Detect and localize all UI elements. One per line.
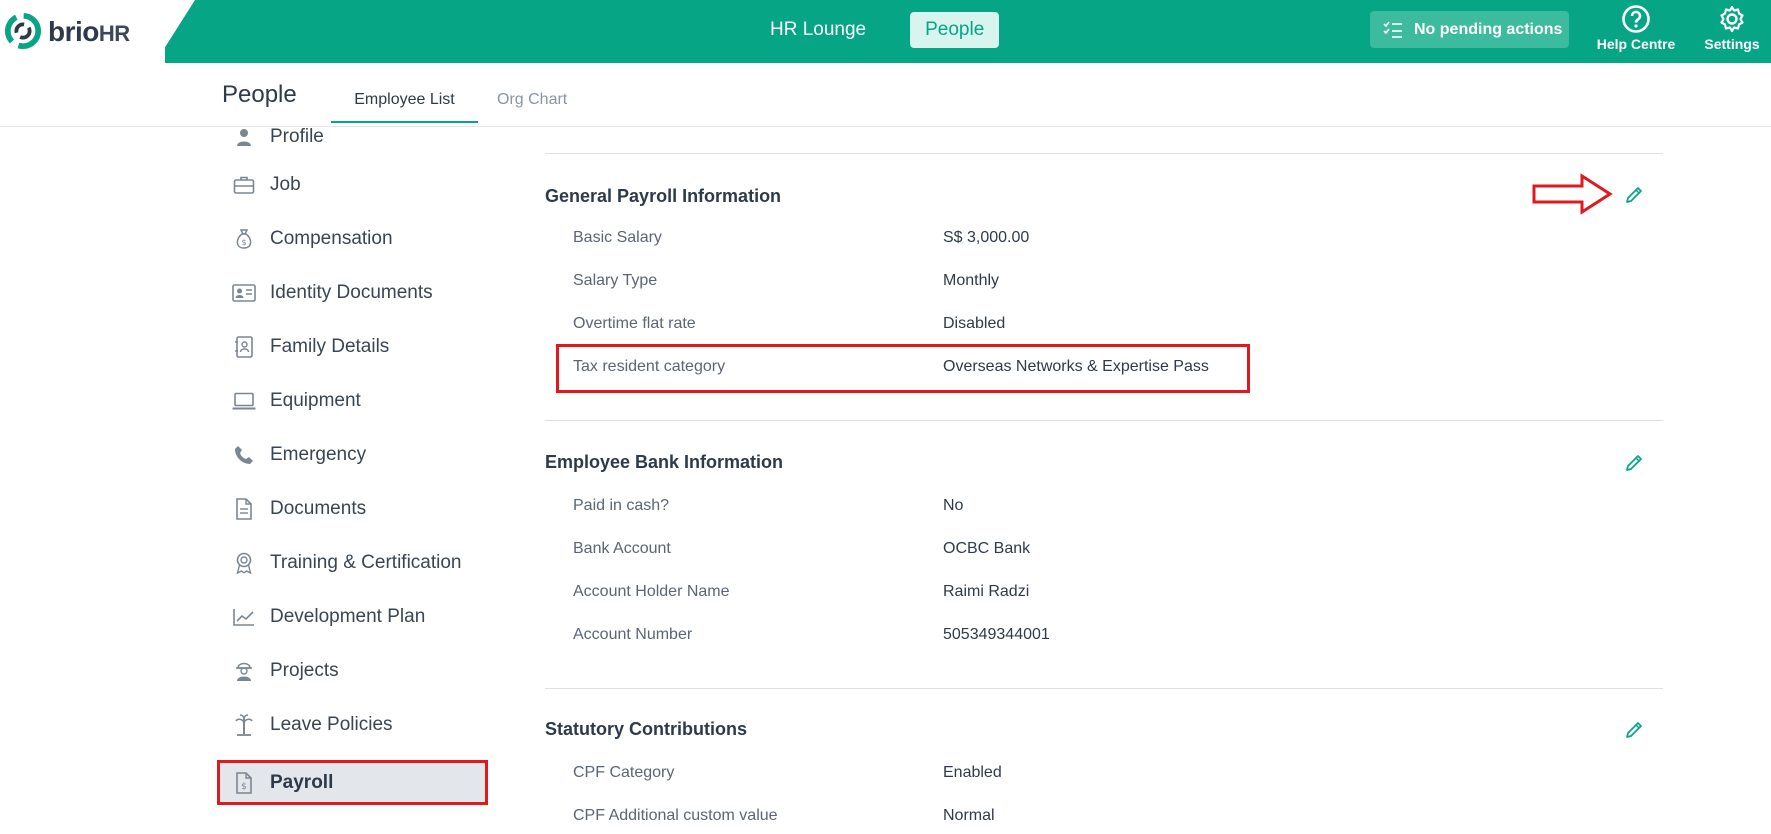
field-label: CPF Category bbox=[573, 764, 675, 781]
field-value: Monthly bbox=[943, 272, 1000, 289]
row-cpf-category: CPF Category Enabled bbox=[573, 760, 1273, 790]
sidebar-item-compensation[interactable]: $ Compensation bbox=[220, 217, 492, 261]
field-label: Overtime flat rate bbox=[573, 315, 696, 332]
sidebar-item-development-plan[interactable]: Development Plan bbox=[220, 595, 492, 639]
section-divider bbox=[545, 688, 1663, 689]
help-centre-button[interactable]: Help Centre bbox=[1594, 4, 1678, 52]
sidebar-item-training-certification[interactable]: Training & Certification bbox=[220, 541, 492, 585]
field-value: OCBC Bank bbox=[943, 540, 1031, 557]
sidebar-item-label: Identity Documents bbox=[270, 282, 433, 303]
settings-label: Settings bbox=[1704, 36, 1760, 52]
sidebar-item-label: Training & Certification bbox=[270, 552, 462, 573]
award-icon bbox=[232, 551, 256, 575]
phone-icon bbox=[232, 443, 256, 467]
section-divider bbox=[545, 153, 1663, 154]
sidebar-item-label: Development Plan bbox=[270, 606, 426, 627]
sidebar-item-leave-policies[interactable]: Leave Policies bbox=[220, 703, 492, 747]
nav-hr-lounge[interactable]: HR Lounge bbox=[760, 13, 876, 47]
field-label: Basic Salary bbox=[573, 229, 662, 246]
field-label: Bank Account bbox=[573, 540, 671, 557]
briefcase-icon bbox=[232, 173, 256, 197]
payslip-icon: $ bbox=[232, 771, 256, 795]
brio-logo-icon[interactable] bbox=[4, 12, 42, 50]
brand-logo[interactable]: brioHR bbox=[48, 16, 130, 48]
nav-people[interactable]: People bbox=[910, 12, 1000, 48]
sidebar-item-label: Profile bbox=[270, 126, 324, 147]
id-card-icon bbox=[232, 281, 256, 305]
sidebar-item-label: Equipment bbox=[270, 390, 361, 411]
sidebar-item-label: Emergency bbox=[270, 444, 367, 465]
pending-actions-label: No pending actions bbox=[1414, 20, 1563, 38]
worker-icon bbox=[232, 659, 256, 683]
statutory-contributions-title: Statutory Contributions bbox=[545, 719, 747, 739]
annotation-highlight-box bbox=[556, 344, 1250, 393]
annotation-arrow-icon bbox=[1532, 173, 1613, 215]
general-payroll-title: General Payroll Information bbox=[545, 186, 782, 206]
field-value: 505349344001 bbox=[943, 626, 1050, 643]
field-value: Disabled bbox=[943, 315, 1006, 332]
help-centre-label: Help Centre bbox=[1596, 36, 1676, 52]
row-overtime-flat-rate: Overtime flat rate Disabled bbox=[573, 311, 1273, 341]
edit-general-payroll-pencil-icon[interactable] bbox=[1623, 184, 1645, 206]
sidebar-item-label: Projects bbox=[270, 660, 339, 681]
pending-actions-button[interactable]: No pending actions bbox=[1370, 11, 1569, 48]
sidebar-item-payroll[interactable]: $ Payroll bbox=[217, 760, 488, 805]
sidebar-item-documents[interactable]: Documents bbox=[220, 487, 492, 531]
sidebar-item-family-details[interactable]: Family Details bbox=[220, 325, 492, 369]
row-bank-account: Bank Account OCBC Bank bbox=[573, 536, 1273, 566]
field-label: Account Number bbox=[573, 626, 693, 643]
sidebar-item-identity-documents[interactable]: Identity Documents bbox=[220, 271, 492, 315]
sidebar-item-label: Documents bbox=[270, 498, 367, 519]
field-value: Enabled bbox=[943, 764, 1002, 781]
edit-bank-info-pencil-icon[interactable] bbox=[1623, 452, 1645, 474]
field-value: Normal bbox=[943, 807, 995, 824]
settings-button[interactable]: Settings bbox=[1700, 4, 1764, 52]
tab-org-chart[interactable]: Org Chart bbox=[497, 91, 567, 121]
help-icon bbox=[1622, 5, 1650, 33]
field-label: CPF Additional custom value bbox=[573, 807, 778, 824]
bank-info-title: Employee Bank Information bbox=[545, 452, 784, 472]
beach-icon bbox=[232, 713, 256, 737]
sidebar-item-emergency[interactable]: Emergency bbox=[220, 433, 492, 477]
section-divider bbox=[545, 420, 1663, 421]
person-icon bbox=[232, 125, 256, 149]
field-label: Salary Type bbox=[573, 272, 658, 289]
field-value: No bbox=[943, 497, 964, 514]
sidebar-item-label: Compensation bbox=[270, 228, 393, 249]
sidebar-item-label: Payroll bbox=[270, 771, 334, 793]
money-bag-icon: $ bbox=[232, 227, 256, 251]
document-icon bbox=[232, 497, 256, 521]
gear-icon bbox=[1720, 5, 1744, 33]
row-account-holder-name: Account Holder Name Raimi Radzi bbox=[573, 579, 1273, 609]
sidebar-item-label: Job bbox=[270, 174, 301, 195]
top-bar: brioHR HR Lounge People No pending actio… bbox=[0, 0, 1771, 63]
sidebar-item-job[interactable]: Job bbox=[220, 163, 492, 207]
field-value: S$ 3,000.00 bbox=[943, 229, 1030, 246]
field-value: Raimi Radzi bbox=[943, 583, 1030, 600]
trend-chart-icon bbox=[232, 605, 256, 629]
checklist-icon bbox=[1383, 21, 1402, 38]
row-basic-salary: Basic Salary S$ 3,000.00 bbox=[573, 225, 1273, 255]
sidebar-item-equipment[interactable]: Equipment bbox=[220, 379, 492, 423]
sidebar-item-label: Leave Policies bbox=[270, 714, 393, 735]
sidebar-item-projects[interactable]: Projects bbox=[220, 649, 492, 693]
page-title: People bbox=[222, 81, 297, 108]
row-paid-in-cash: Paid in cash? No bbox=[573, 493, 1273, 523]
laptop-icon bbox=[232, 389, 256, 413]
row-account-number: Account Number 505349344001 bbox=[573, 622, 1273, 652]
sidebar-item-label: Family Details bbox=[270, 336, 390, 357]
main-nav: HR Lounge People bbox=[760, 12, 1000, 48]
contact-book-icon bbox=[232, 335, 256, 359]
field-label: Paid in cash? bbox=[573, 497, 670, 514]
svg-text:$: $ bbox=[241, 782, 247, 792]
sidebar-item-profile[interactable]: Profile bbox=[220, 115, 492, 159]
field-label: Account Holder Name bbox=[573, 583, 730, 600]
edit-statutory-pencil-icon[interactable] bbox=[1623, 719, 1645, 741]
row-cpf-additional-custom-value: CPF Additional custom value Normal bbox=[573, 803, 1273, 833]
svg-text:$: $ bbox=[241, 238, 246, 247]
row-salary-type: Salary Type Monthly bbox=[573, 268, 1273, 298]
